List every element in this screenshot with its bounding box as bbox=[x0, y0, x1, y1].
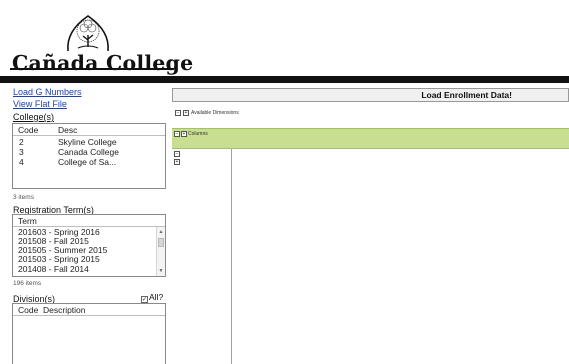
division-col-description[interactable]: Description bbox=[43, 305, 86, 315]
table-row[interactable]: 2 Skyline College bbox=[13, 137, 165, 147]
division-grid-header: Code Description bbox=[13, 304, 165, 316]
college-desc-cell: Skyline College bbox=[58, 137, 117, 147]
division-all-checkbox[interactable]: ✓ All? bbox=[141, 292, 168, 303]
collapse-icon[interactable]: − bbox=[174, 131, 180, 137]
logo-underline bbox=[10, 68, 174, 70]
college-code-cell: 4 bbox=[19, 157, 24, 167]
term-grid-header: Term bbox=[13, 215, 165, 227]
college-code-cell: 2 bbox=[19, 137, 24, 147]
scroll-thumb[interactable] bbox=[158, 238, 164, 247]
college-item-count: 3 items bbox=[13, 194, 34, 201]
college-grid[interactable]: Code Desc 2 Skyline College 3 Canada Col… bbox=[12, 123, 166, 189]
college-code-cell: 3 bbox=[19, 147, 24, 157]
columns-drop-zone[interactable]: − + Columns bbox=[172, 128, 569, 149]
scroll-down-icon[interactable]: ▼ bbox=[157, 267, 165, 275]
tree-emblem-icon bbox=[67, 15, 109, 52]
expand-icon[interactable]: + bbox=[183, 110, 189, 116]
term-cell: 201408 - Fall 2014 bbox=[18, 264, 89, 274]
columns-label: Columns bbox=[188, 131, 208, 137]
college-desc-cell: College of Sa... bbox=[58, 157, 117, 167]
filter-panel: Load G Numbers View Flat File College(s)… bbox=[0, 83, 170, 364]
term-cell: 201503 - Spring 2015 bbox=[18, 254, 100, 264]
collapse-icon[interactable]: − bbox=[175, 110, 181, 116]
page-header: Cañada College bbox=[0, 0, 569, 76]
collapse-icon[interactable]: − bbox=[174, 151, 180, 157]
term-item-count: 196 items bbox=[13, 280, 42, 287]
table-row[interactable]: 4 College of Sa... bbox=[13, 157, 165, 167]
college-logo: Cañada College bbox=[10, 13, 193, 75]
table-row[interactable]: 3 Canada College bbox=[13, 147, 165, 157]
college-grid-header: Code Desc bbox=[13, 124, 165, 136]
header-divider-bar bbox=[0, 76, 569, 83]
expand-icon[interactable]: + bbox=[174, 159, 180, 165]
list-item[interactable]: 201408 - Fall 2014 bbox=[13, 264, 165, 274]
college-section-label: College(s) bbox=[13, 112, 55, 122]
college-desc-cell: Canada College bbox=[58, 147, 119, 157]
term-col-term[interactable]: Term bbox=[18, 216, 37, 226]
pivot-area: Load Enrollment Data! − + Available Dime… bbox=[172, 83, 569, 364]
term-scrollbar[interactable]: ▲ ▼ bbox=[156, 227, 165, 276]
row-dimensions-zone[interactable]: − + bbox=[172, 149, 232, 364]
available-dimensions-label: Available Dimensions bbox=[191, 110, 239, 116]
list-item[interactable]: 201503 - Spring 2015 bbox=[13, 254, 165, 264]
load-g-numbers-link[interactable]: Load G Numbers bbox=[13, 87, 82, 97]
expand-icon[interactable]: + bbox=[181, 131, 187, 137]
division-all-label: All? bbox=[149, 292, 164, 302]
college-col-desc[interactable]: Desc bbox=[58, 125, 77, 135]
scroll-up-icon[interactable]: ▲ bbox=[157, 228, 165, 236]
division-col-code[interactable]: Code bbox=[18, 305, 38, 315]
division-grid[interactable]: Code Description bbox=[12, 303, 166, 364]
load-enrollment-data-button[interactable]: Load Enrollment Data! bbox=[172, 88, 569, 102]
logo-text: Cañada College bbox=[12, 51, 194, 75]
term-grid[interactable]: Term 201603 - Spring 2016 201508 - Fall … bbox=[12, 214, 166, 277]
college-col-code[interactable]: Code bbox=[18, 125, 38, 135]
view-flat-file-link[interactable]: View Flat File bbox=[13, 99, 67, 109]
checkbox-checked-icon[interactable]: ✓ bbox=[141, 296, 148, 303]
